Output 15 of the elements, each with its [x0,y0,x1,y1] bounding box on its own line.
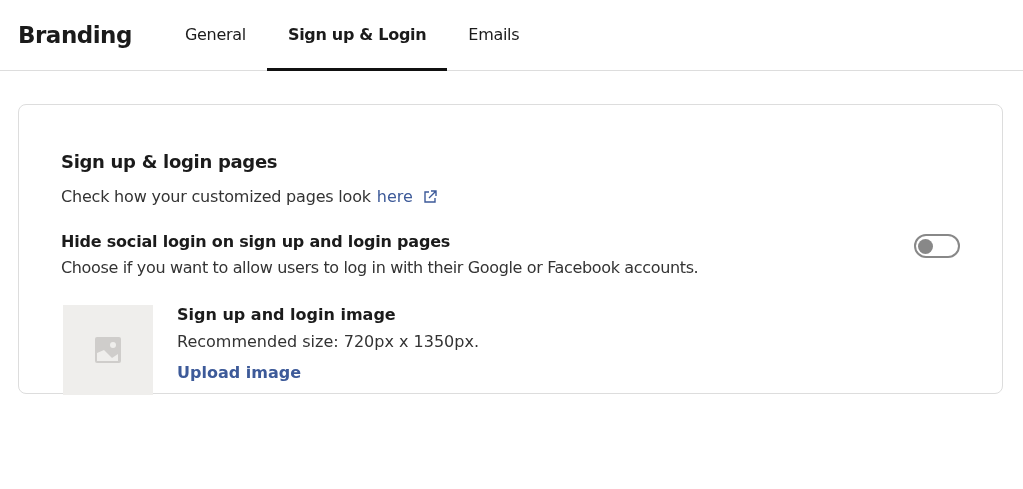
tab[interactable]: General [163,0,267,71]
setting-label: Hide social login on sign up and login pages [61,232,452,251]
image-icon [94,336,122,364]
page-title: Branding [18,21,132,50]
image-title: Sign up and login image [177,305,397,324]
tab[interactable]: Emails [447,0,541,71]
here-link[interactable]: here [376,187,413,206]
image-hint: Recommended size: 720px x 1350px. [177,332,479,351]
tab[interactable]: Sign up & Login [266,0,448,71]
external-link-icon[interactable] [421,188,438,205]
upload-link[interactable]: Upload image [177,363,479,382]
description-text: Check how your customized pages look [61,187,371,206]
section-title: Sign up & login pages [61,151,279,172]
setting-description: Choose if you want to allow users to log in with their Google or Facebook accounts. [61,258,699,277]
toggle-switch[interactable] [914,234,960,258]
